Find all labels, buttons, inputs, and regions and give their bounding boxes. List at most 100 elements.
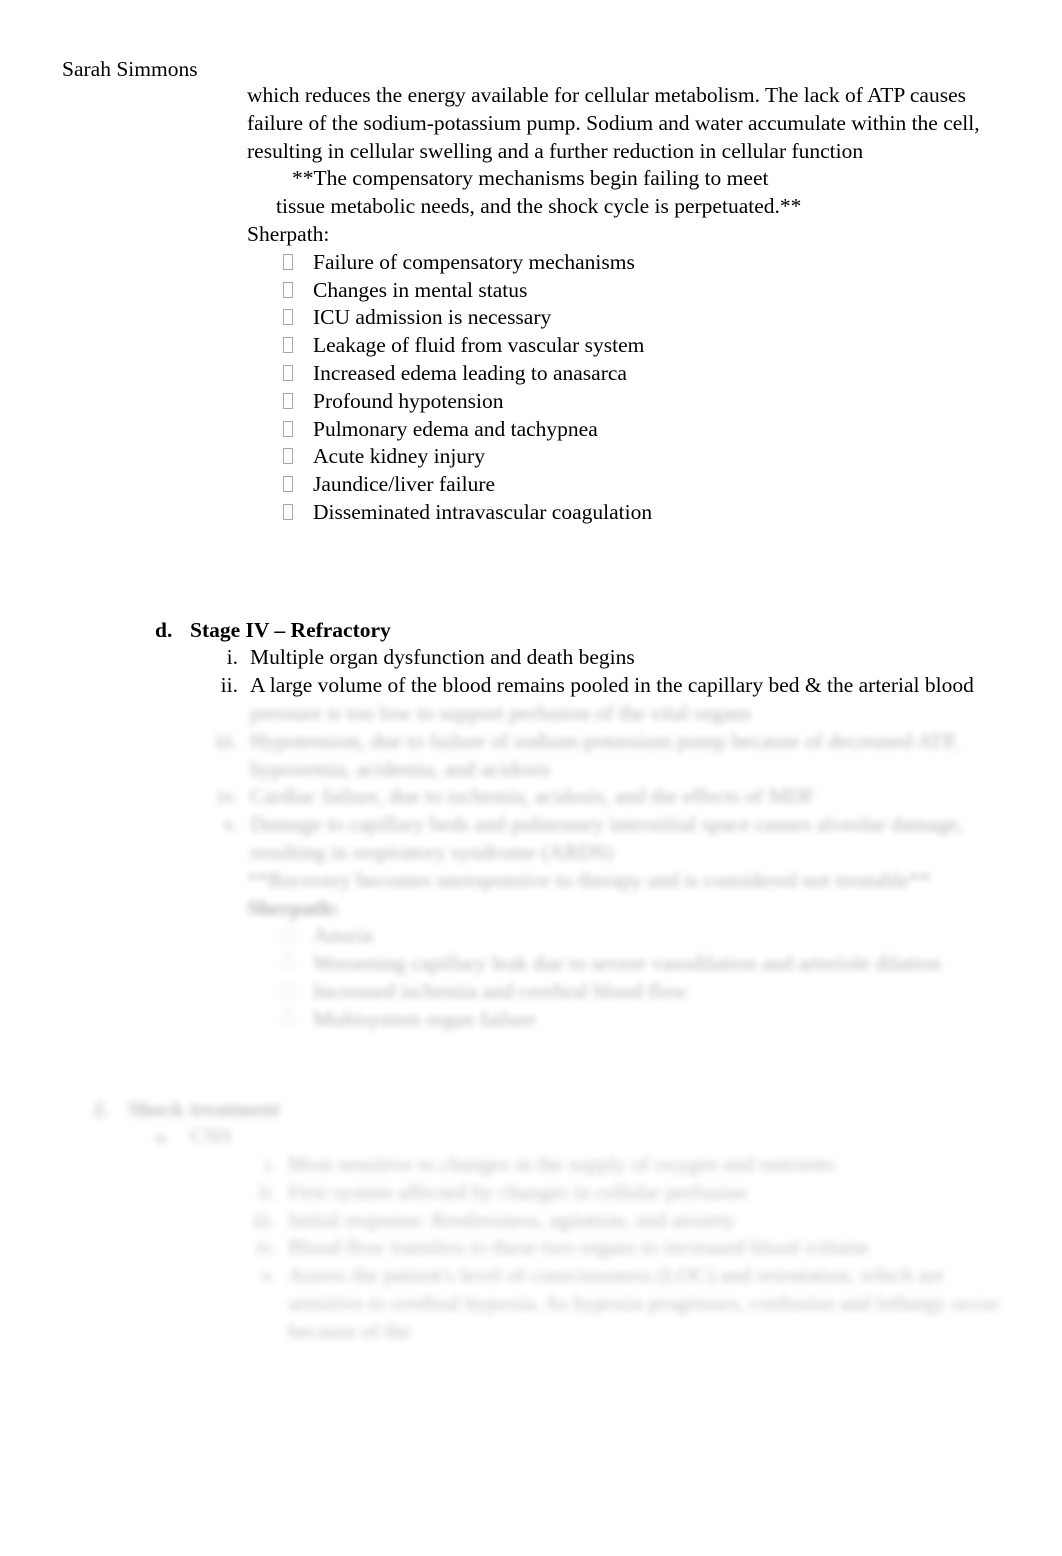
list-item-label: Increased ischemia and cerebral blood fl… [313, 978, 688, 1003]
list-item: Pulmonary edema and tachypnea [0, 416, 1062, 444]
faded-assessment-item: v. Assess the patient's level of conscio… [0, 1262, 1062, 1345]
faded-sherpath-label: Sherpath: [247, 895, 339, 920]
outline-marker: 2. [93, 1096, 110, 1121]
faded-assessment-item-label: Initial response: Restlessness, agitatio… [288, 1207, 736, 1232]
wingdings-bullet-icon [283, 950, 313, 978]
faded-assessment-heading: 2. Shock treatment [0, 1096, 1062, 1124]
outline-marker: iv. [255, 1235, 276, 1260]
faded-assessment-section: 2. Shock treatment a. CNS i. Most sensit… [0, 1096, 1062, 1346]
list-item: Increased ischemia and cerebral blood fl… [0, 978, 1062, 1006]
faded-stage-four-item: iv. Cardiac failure, due to ischemia, ac… [0, 783, 1062, 811]
outline-marker: iii. [252, 1207, 276, 1232]
sherpath-list: Failure of compensatory mechanisms Chang… [0, 249, 1062, 527]
stage-four-item: ii. A large volume of the blood remains … [0, 672, 1062, 700]
faded-assessment-item: iii. Initial response: Restlessness, agi… [0, 1207, 1062, 1235]
wingdings-bullet-icon [283, 277, 313, 305]
outline-marker: iii. [214, 728, 238, 753]
faded-assessment-item-label: Blood flow transfers to these two organs… [288, 1235, 870, 1260]
list-item-label: Pulmonary edema and tachypnea [313, 416, 598, 441]
faded-stage-four-item: v. Damage to capillary beds and pulmonar… [0, 811, 1062, 867]
outline-marker: a. [155, 1124, 170, 1149]
intro-paragraph: which reduces the energy available for c… [0, 82, 1062, 249]
faded-stage-four-section: pressure is too low to support perfusion… [0, 700, 1062, 1034]
list-item-label: Leakage of fluid from vascular system [313, 333, 645, 358]
stage-four-heading-label: Stage IV – Refractory [190, 617, 391, 642]
wingdings-bullet-icon [283, 443, 313, 471]
list-item-label: Increased edema leading to anasarca [313, 360, 627, 385]
stage-four-item-label: Multiple organ dysfunction and death beg… [250, 645, 635, 670]
stage-four-item-label: A large volume of the blood remains pool… [250, 673, 974, 698]
list-item-label: Multisystem organ failure [313, 1006, 536, 1031]
wingdings-bullet-icon [283, 978, 313, 1006]
outline-marker: v. [223, 812, 238, 837]
list-item-label: ICU admission is necessary [313, 305, 552, 330]
list-item-label: Failure of compensatory mechanisms [313, 249, 635, 274]
faded-assessment-item-label: First system affected by changes in cell… [288, 1179, 747, 1204]
list-item: Jaundice/liver failure [0, 471, 1062, 499]
emphasis-line: **The compensatory mechanisms begin fail… [292, 166, 769, 191]
list-item: Acute kidney injury [0, 443, 1062, 471]
list-item-label: Acute kidney injury [313, 444, 485, 469]
wingdings-bullet-icon [283, 922, 313, 950]
stage-four-item: i. Multiple organ dysfunction and death … [0, 644, 1062, 672]
faded-stage-four-item-label: Damage to capillary beds and pulmonary i… [250, 812, 964, 864]
list-item: Worsening capillary leak due to severe v… [0, 950, 1062, 978]
outline-marker: i. [264, 1152, 276, 1177]
list-item-label: Disseminated intravascular coagulation [313, 499, 653, 524]
list-item: ICU admission is necessary [0, 304, 1062, 332]
list-item-label: Jaundice/liver failure [313, 472, 496, 497]
stage-four-heading: d. Stage IV – Refractory [0, 617, 1062, 645]
outline-marker: iv. [217, 784, 238, 809]
paragraph-line: which reduces the energy available for c… [247, 83, 967, 107]
faded-sherpath-list: Anuria Worsening capillary leak due to s… [0, 922, 1062, 1033]
faded-assessment-item: iv. Blood flow transfers to these two or… [0, 1234, 1062, 1262]
list-item-label: Worsening capillary leak due to severe v… [313, 951, 942, 976]
faded-continuation-line: pressure is too low to support perfusion… [0, 700, 1062, 728]
list-item: Disseminated intravascular coagulation [0, 499, 1062, 527]
document-page: Sarah Simmons which reduces the energy a… [0, 0, 1062, 1556]
emphasis-line: tissue metabolic needs, and the shock cy… [276, 194, 802, 219]
sherpath-label: Sherpath: [247, 221, 330, 246]
wingdings-bullet-icon [283, 388, 313, 416]
list-item-label: Profound hypotension [313, 388, 504, 413]
list-item: Profound hypotension [0, 388, 1062, 416]
wingdings-bullet-icon [283, 416, 313, 444]
paragraph-line: failure of the sodium-potassium pump. So… [247, 110, 980, 135]
wingdings-bullet-icon [283, 360, 313, 388]
outline-marker: v. [261, 1263, 276, 1288]
faded-stage-four-item-label: Hypotension, due to failure of sodium-po… [250, 728, 959, 781]
faded-assessment-item: ii. First system affected by changes in … [0, 1179, 1062, 1207]
faded-stage-four-item-label: Cardiac failure, due to ischemia, acidos… [250, 784, 815, 809]
faded-assessment-subheading-label: CNS [190, 1124, 232, 1149]
list-item: Changes in mental status [0, 277, 1062, 305]
faded-assessment-heading-label: Shock treatment [128, 1096, 280, 1121]
paragraph-line: resulting in cellular swelling and a fur… [247, 138, 864, 163]
faded-continuation-label: pressure is too low to support perfusion… [250, 700, 752, 725]
wingdings-bullet-icon [283, 499, 313, 527]
faded-stage-four-item: iii. Hypotension, due to failure of sodi… [0, 728, 1062, 784]
wingdings-bullet-icon [283, 1006, 313, 1034]
list-item: Increased edema leading to anasarca [0, 360, 1062, 388]
faded-assessment-item: i. Most sensitive to changes in the supp… [0, 1151, 1062, 1179]
document-body: which reduces the energy available for c… [0, 82, 1062, 1346]
list-item: Failure of compensatory mechanisms [0, 249, 1062, 277]
author-name: Sarah Simmons [62, 57, 198, 81]
list-item: Leakage of fluid from vascular system [0, 332, 1062, 360]
outline-marker: d. [155, 617, 173, 642]
list-item: Multisystem organ failure [0, 1006, 1062, 1034]
list-item: Anuria [0, 922, 1062, 950]
list-item-label: Anuria [313, 923, 373, 948]
wingdings-bullet-icon [283, 332, 313, 360]
faded-emphasis-line: **Recovery becomes unresponsive to thera… [247, 867, 931, 892]
wingdings-bullet-icon [283, 249, 313, 277]
outline-marker: i. [226, 645, 238, 670]
outline-marker: ii. [258, 1179, 276, 1204]
outline-marker: ii. [220, 673, 238, 698]
wingdings-bullet-icon [283, 471, 313, 499]
faded-assessment-item-label: Most sensitive to changes in the supply … [288, 1152, 835, 1177]
faded-assessment-subheading: a. CNS [0, 1123, 1062, 1151]
faded-assessment-item-label: Assess the patient's level of consciousn… [288, 1263, 1000, 1343]
